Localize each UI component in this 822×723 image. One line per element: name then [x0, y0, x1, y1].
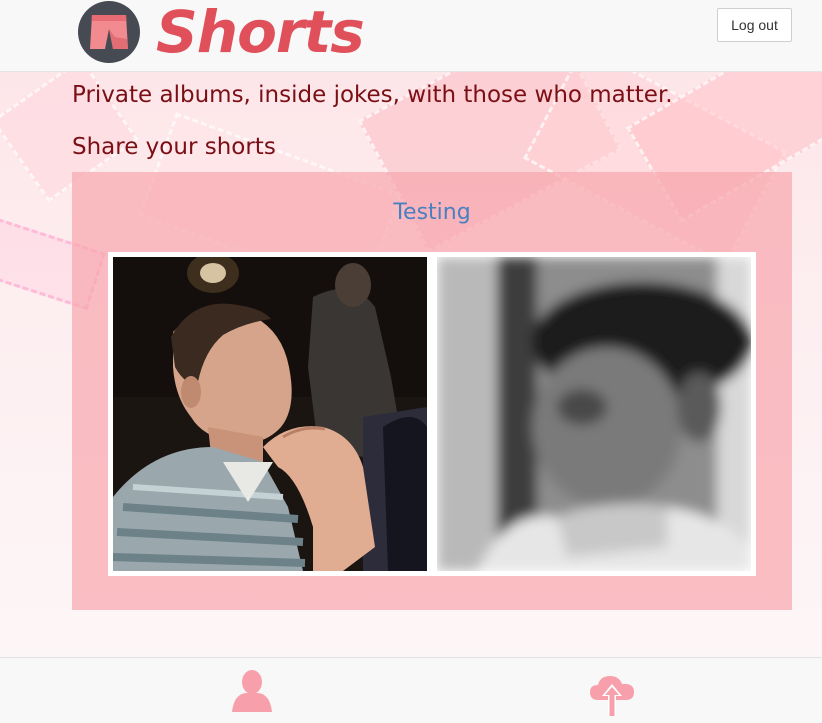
album-photo[interactable] — [437, 257, 751, 571]
logout-button[interactable]: Log out — [717, 8, 792, 42]
photo-grid — [108, 252, 756, 576]
user-icon[interactable] — [230, 670, 274, 716]
brand-name[interactable]: Shorts — [156, 0, 365, 66]
share-heading: Share your shorts — [72, 134, 276, 160]
top-navbar: Shorts Log out — [0, 0, 822, 72]
album-photo[interactable] — [113, 257, 427, 571]
album-title[interactable]: Testing — [72, 200, 792, 225]
shorts-logo-icon[interactable] — [78, 1, 140, 63]
bottom-navbar — [0, 657, 822, 723]
tagline: Private albums, inside jokes, with those… — [72, 82, 673, 108]
album-card: Testing — [72, 172, 792, 610]
cloud-upload-icon[interactable] — [588, 672, 636, 720]
